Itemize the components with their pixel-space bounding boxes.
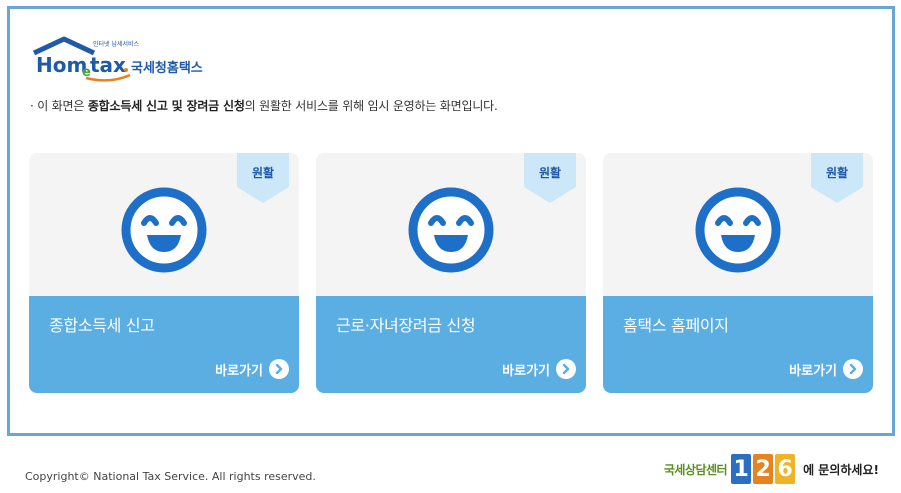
hometax-logo[interactable]: 인터넷 납세서비스 Hom e tax 국세청홈택스 bbox=[30, 35, 220, 83]
card-title: 홈택스 홈페이지 bbox=[623, 316, 729, 335]
notice-suffix: 의 원활한 서비스를 위해 임시 운영하는 화면입니다. bbox=[244, 99, 498, 113]
chevron-right-icon bbox=[556, 359, 576, 379]
go-link-button[interactable]: 바로가기 bbox=[502, 358, 576, 380]
go-link-label: 바로가기 bbox=[502, 363, 550, 379]
call-center-banner: 국세상담센터 1 2 6 에 문의하세요! bbox=[664, 452, 879, 486]
notice-prefix: · 이 화면은 bbox=[30, 99, 88, 113]
svg-text:tax: tax bbox=[90, 53, 126, 77]
logo-org-name: 국세청홈택스 bbox=[131, 60, 203, 76]
card-bottom-panel: 근로·자녀장려금 신청 바로가기 bbox=[316, 296, 586, 393]
smile-icon bbox=[695, 187, 781, 273]
chevron-right-icon bbox=[269, 359, 289, 379]
copyright-text: Copyright© National Tax Service. All rig… bbox=[25, 470, 316, 483]
main-frame: 인터넷 납세서비스 Hom e tax 국세청홈택스 · 이 화면은 종합소득세… bbox=[7, 6, 895, 436]
svg-text:Hom: Hom bbox=[36, 53, 87, 77]
call-digit: 2 bbox=[753, 454, 774, 484]
go-link-label: 바로가기 bbox=[789, 363, 837, 379]
call-digit: 1 bbox=[731, 454, 752, 484]
smile-icon bbox=[121, 187, 207, 273]
card-bottom-panel: 홈택스 홈페이지 바로가기 bbox=[603, 296, 873, 393]
status-badge: 원활 bbox=[825, 166, 849, 180]
status-badge: 원활 bbox=[538, 166, 562, 180]
go-link-label: 바로가기 bbox=[215, 363, 263, 379]
status-badge: 원활 bbox=[251, 166, 275, 180]
go-link-button[interactable]: 바로가기 bbox=[789, 358, 863, 380]
call-digit: 6 bbox=[775, 454, 796, 484]
card-title: 종합소득세 신고 bbox=[49, 316, 155, 335]
card-title: 근로·자녀장려금 신청 bbox=[336, 316, 476, 335]
call-center-suffix: 에 문의하세요! bbox=[803, 462, 879, 477]
smile-icon bbox=[408, 187, 494, 273]
logo-tagline: 인터넷 납세서비스 bbox=[93, 40, 140, 48]
call-center-number: 1 2 6 bbox=[731, 454, 796, 484]
notice-text: · 이 화면은 종합소득세 신고 및 장려금 신청의 원활한 서비스를 위해 임… bbox=[30, 97, 498, 114]
notice-highlight: 종합소득세 신고 및 장려금 신청 bbox=[87, 99, 245, 113]
card-income-tax[interactable]: 원활 종합소득세 신고 바로가기 bbox=[29, 153, 299, 393]
card-bottom-panel: 종합소득세 신고 바로가기 bbox=[29, 296, 299, 393]
card-earned-income-credit[interactable]: 원활 근로·자녀장려금 신청 바로가기 bbox=[316, 153, 586, 393]
call-center-label: 국세상담센터 bbox=[663, 462, 728, 477]
go-link-button[interactable]: 바로가기 bbox=[215, 358, 289, 380]
chevron-right-icon bbox=[843, 359, 863, 379]
card-hometax-homepage[interactable]: 원활 홈택스 홈페이지 바로가기 bbox=[603, 153, 873, 393]
